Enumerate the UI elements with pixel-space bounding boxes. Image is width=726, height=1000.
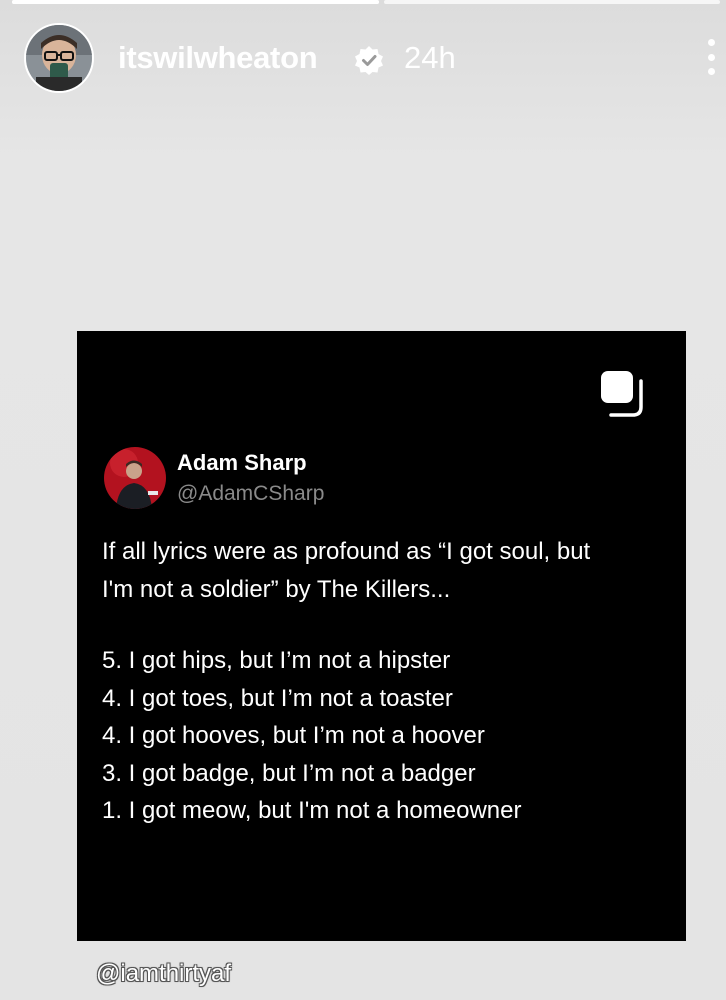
tweet-list: 5. I got hips, but I’m not a hipster 4. …	[102, 642, 521, 830]
list-item: 5. I got hips, but I’m not a hipster	[102, 647, 451, 674]
mention-sticker[interactable]: @iamthirtyaf	[96, 958, 231, 990]
author-photo	[104, 447, 166, 509]
author-handle: @AdamCSharp	[177, 482, 325, 505]
more-vertical-icon[interactable]	[700, 39, 722, 75]
story-username[interactable]: itswilwheaton	[118, 38, 318, 78]
list-item: 1. I got meow, but I'm not a homeowner	[102, 797, 522, 824]
profile-photo	[26, 25, 92, 91]
tweet-intro-line-2: I'm not a soldier” by The Killers...	[102, 575, 451, 603]
copy-icon[interactable]	[599, 369, 649, 419]
tweet-intro-line-1: If all lyrics were as profound as “I got…	[102, 538, 591, 565]
shared-post[interactable]: Adam Sharp @AdamCSharp If all lyrics wer…	[77, 331, 686, 941]
author-avatar	[104, 447, 166, 509]
list-item: 3. I got badge, but I’m not a badger	[102, 759, 476, 787]
story-timestamp: 24h	[404, 40, 456, 75]
story-progress-1	[12, 0, 379, 4]
verified-badge-icon	[355, 46, 383, 75]
author-name: Adam Sharp	[177, 450, 307, 475]
story-progress-1-fill	[12, 0, 379, 4]
list-item: 4. I got toes, but I’m not a toaster	[102, 684, 453, 712]
story-progress-2	[384, 0, 720, 4]
profile-avatar[interactable]	[24, 23, 94, 93]
tweet-intro: If all lyrics were as profound as “I got…	[102, 533, 672, 608]
list-item: 4. I got hooves, but I’m not a hoover	[102, 722, 485, 749]
